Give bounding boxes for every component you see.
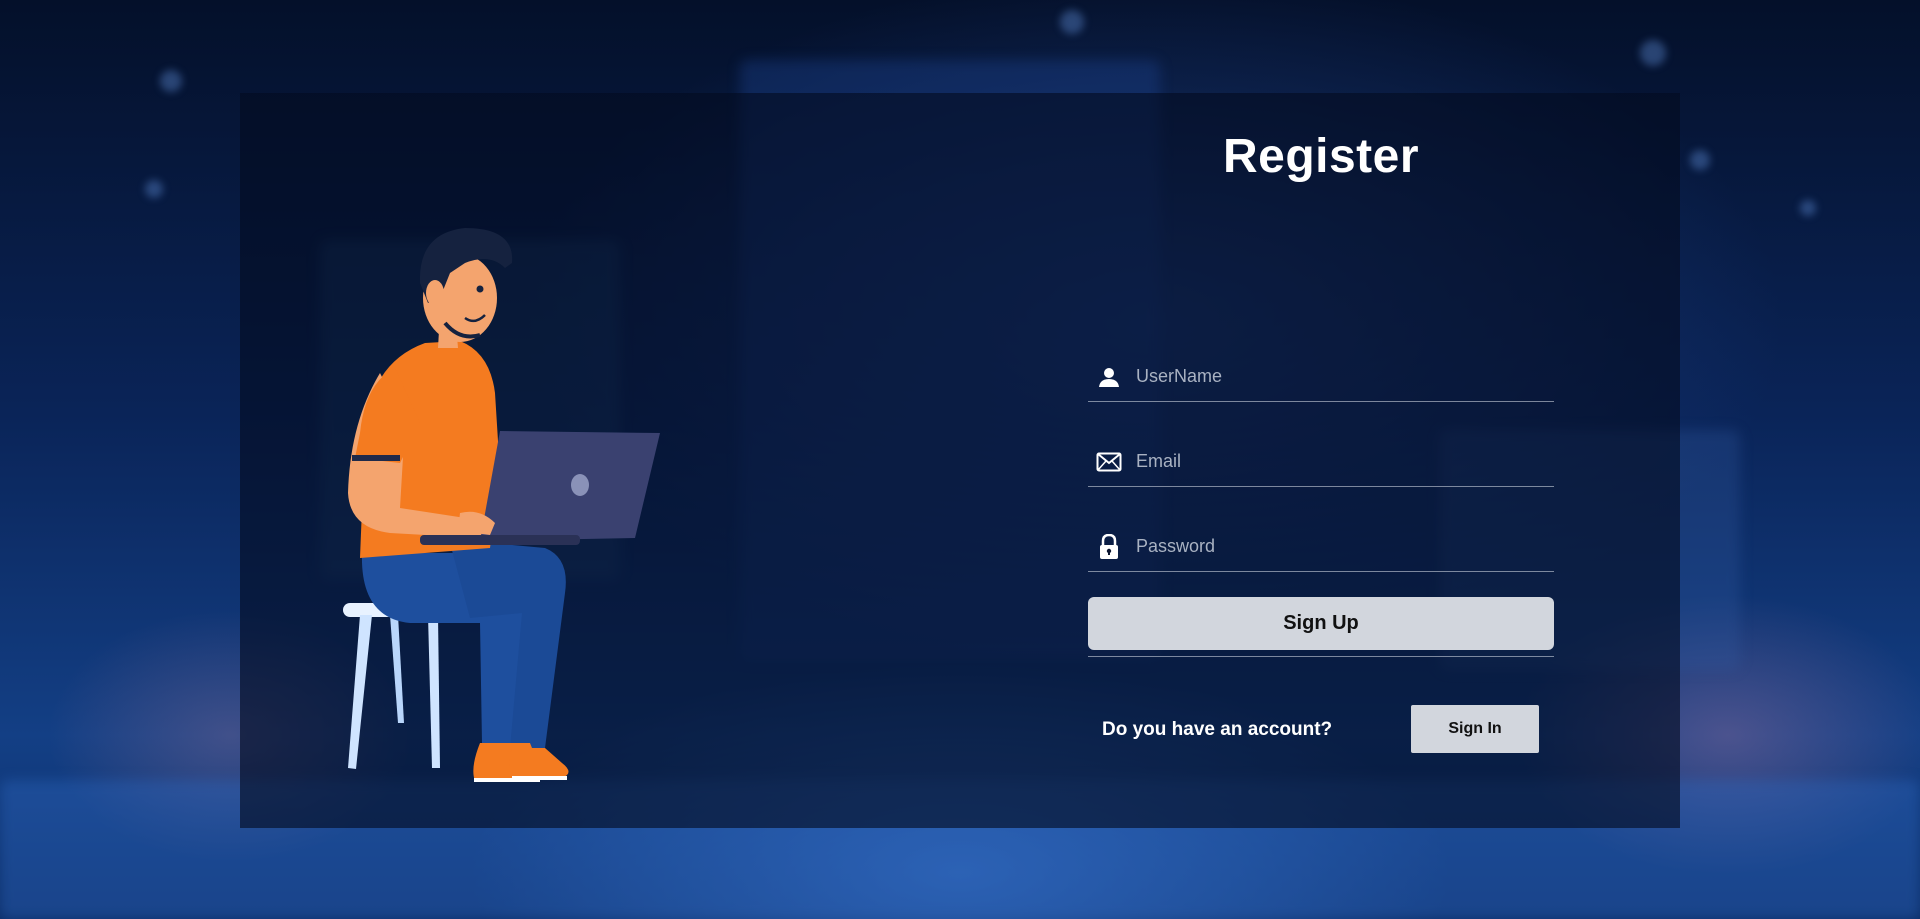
envelope-icon: [1094, 447, 1124, 477]
person-with-laptop-illustration: [343, 228, 660, 782]
register-card: Register UserName Email Sign Up Do you h…: [240, 93, 1680, 828]
bokeh-light: [1060, 10, 1084, 34]
bokeh-light: [1800, 200, 1816, 216]
bokeh-light: [1690, 150, 1710, 170]
account-row: Do you have an account? Sign In: [1088, 705, 1554, 755]
register-form: Register UserName Email Sign Up Do you h…: [1088, 93, 1554, 828]
user-icon: [1094, 362, 1124, 392]
lock-icon: [1094, 532, 1124, 562]
bokeh-light: [145, 180, 163, 198]
bokeh-light: [160, 70, 182, 92]
account-question: Do you have an account?: [1102, 719, 1333, 740]
email-field: [1088, 437, 1554, 487]
username-input[interactable]: [1136, 352, 1554, 401]
password-input[interactable]: [1136, 522, 1554, 571]
sign-in-button[interactable]: Sign In: [1411, 705, 1539, 753]
password-field: [1088, 522, 1554, 572]
page-title: Register: [1222, 130, 1420, 183]
username-field: [1088, 352, 1554, 402]
email-input[interactable]: [1136, 437, 1554, 486]
sign-up-button[interactable]: Sign Up: [1088, 597, 1554, 650]
bokeh-light: [1640, 40, 1666, 66]
